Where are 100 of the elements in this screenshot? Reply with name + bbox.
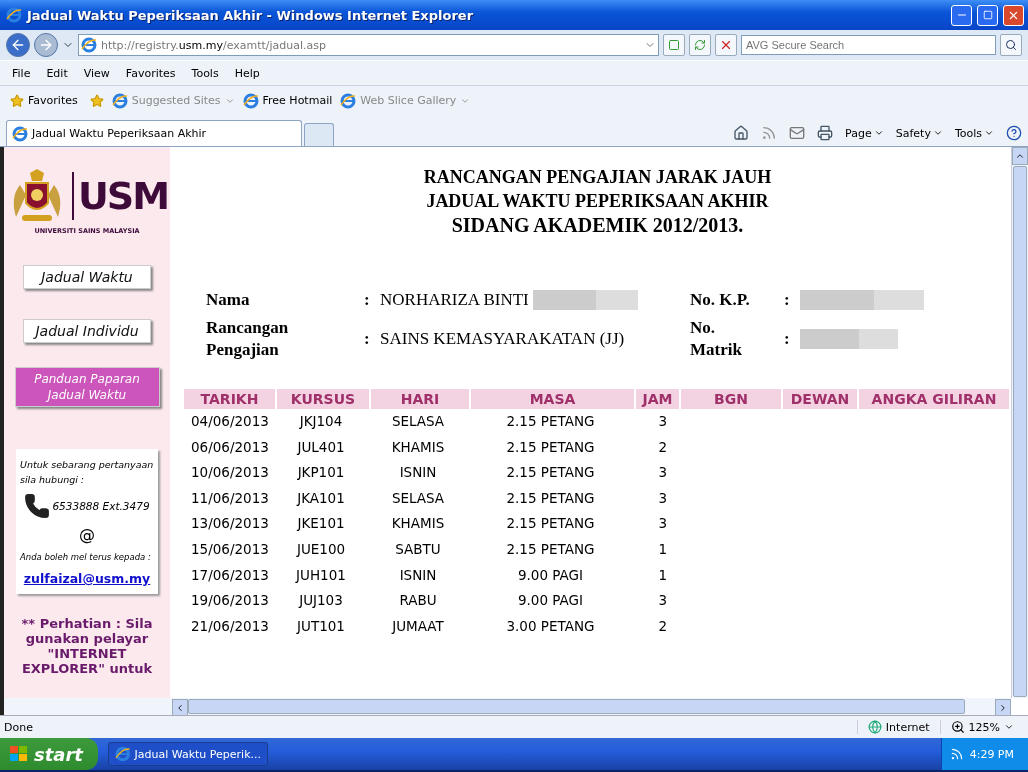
table-cell-text: 04/06/2013 xyxy=(190,412,270,431)
refresh-button[interactable] xyxy=(689,34,711,56)
table-cell-text: 2 xyxy=(657,437,668,457)
home-icon[interactable] xyxy=(733,125,750,141)
column-header: DEWAN xyxy=(783,389,857,409)
nav-button[interactable]: Jadual Individu xyxy=(23,319,151,343)
globe-icon xyxy=(81,37,97,53)
contact-text: Untuk sebarang pertanyaan sila hubungi : xyxy=(20,458,154,487)
status-text: Done xyxy=(4,720,34,734)
arrow-right-icon xyxy=(38,37,54,53)
field-label: No. K.P. xyxy=(690,289,751,311)
favorites-link[interactable]: Free Hotmail xyxy=(242,92,333,109)
globe-icon xyxy=(867,720,882,734)
table-cell-text: ISNIN xyxy=(398,565,438,585)
nav-button[interactable]: Panduan Paparan Jadual Waktu xyxy=(14,367,160,407)
command-menu[interactable]: Tools xyxy=(954,126,994,140)
add-favorite-icon[interactable] xyxy=(89,93,104,108)
column-header: TARIKH xyxy=(184,389,275,409)
mail-icon[interactable] xyxy=(789,125,806,141)
new-tab-button[interactable] xyxy=(304,123,334,146)
phone-icon xyxy=(24,493,51,519)
command-menu[interactable]: Safety xyxy=(895,126,943,140)
compatibility-button[interactable] xyxy=(663,34,685,56)
forward-button[interactable] xyxy=(34,33,58,57)
phone-number: 6533888 Ext.3479 xyxy=(52,500,150,512)
table-cell-text: ISNIN xyxy=(398,463,438,483)
table-cell-text: 9.00 PAGI xyxy=(516,591,585,611)
table-cell-text: 1 xyxy=(657,539,668,559)
tray-icon[interactable] xyxy=(949,747,964,761)
zone-indicator: Internet xyxy=(856,720,940,734)
refresh-icon xyxy=(694,39,706,51)
chevron-left-icon xyxy=(175,703,185,713)
table-cell-text: JKA101 xyxy=(295,488,346,508)
globe-icon xyxy=(340,92,357,109)
taskbar-button[interactable]: Jadual Waktu Peperik... xyxy=(108,742,268,766)
table-cell-text: 19/06/2013 xyxy=(190,591,270,611)
restore-icon xyxy=(982,10,993,20)
start-button[interactable]: start xyxy=(0,738,98,770)
nav-button[interactable]: Jadual Waktu xyxy=(23,265,151,289)
table-cell-text: 3 xyxy=(657,514,668,534)
table-cell-text: KHAMIS xyxy=(390,437,446,457)
menu-item[interactable]: Favorites xyxy=(117,66,184,80)
back-button[interactable] xyxy=(6,33,30,57)
table-cell-text: 10/06/2013 xyxy=(190,463,270,483)
search-button[interactable] xyxy=(1000,34,1022,56)
stop-button[interactable] xyxy=(715,34,737,56)
windows-flag-icon xyxy=(10,746,28,762)
table-cell-text: JUJ103 xyxy=(297,591,344,611)
chevron-right-icon xyxy=(998,703,1008,713)
scroll-up-button[interactable] xyxy=(1012,147,1028,165)
menu-item[interactable]: Tools xyxy=(183,66,227,80)
feed-icon[interactable] xyxy=(761,125,778,141)
scroll-thumb[interactable] xyxy=(188,699,965,714)
globe-icon xyxy=(12,125,28,142)
table-cell-text: JUE100 xyxy=(295,539,347,559)
table-cell-text: 3 xyxy=(657,463,668,483)
address-field[interactable]: http://registry.usm.my/examtt/jadual.asp xyxy=(78,34,659,56)
browser-tab[interactable]: Jadual Waktu Peperiksaan Akhir xyxy=(6,120,302,146)
print-icon[interactable] xyxy=(817,125,834,141)
command-menu[interactable]: Page xyxy=(845,126,884,140)
caret-icon xyxy=(1004,722,1014,732)
menu-item[interactable]: Edit xyxy=(38,66,76,80)
table-cell-text: 11/06/2013 xyxy=(190,488,270,508)
chevron-up-icon xyxy=(1015,151,1025,161)
table-cell-text: JKE101 xyxy=(295,514,346,534)
table-cell-text: 13/06/2013 xyxy=(190,514,270,534)
table-cell-text: 2 xyxy=(657,616,668,636)
window-title: Jadual Waktu Peperiksaan Akhir - Windows Internet Explorer xyxy=(27,7,475,23)
caret-icon xyxy=(984,128,994,138)
globe-icon xyxy=(115,746,131,762)
globe-icon xyxy=(6,7,22,23)
scroll-thumb[interactable] xyxy=(1013,166,1027,697)
table-cell-text: 9.00 PAGI xyxy=(516,565,585,585)
field-label: Rancangan Pengajian xyxy=(206,317,290,361)
search-field[interactable]: AVG Secure Search xyxy=(741,35,996,55)
minimize-button[interactable] xyxy=(951,4,972,26)
menu-item[interactable]: File xyxy=(4,66,39,80)
table-cell-text: 17/06/2013 xyxy=(190,565,270,585)
globe-icon xyxy=(111,92,128,109)
table-cell-text: 21/06/2013 xyxy=(190,616,270,636)
column-header: ANGKA GILIRAN xyxy=(859,389,1009,409)
field-label: Nama xyxy=(206,289,251,311)
restore-button[interactable] xyxy=(977,4,998,26)
menu-item[interactable]: Help xyxy=(226,66,268,80)
table-cell-text: 2.15 PETANG xyxy=(505,412,596,431)
close-button[interactable] xyxy=(1003,4,1024,26)
page-icon xyxy=(668,39,680,51)
zoom-control[interactable]: 125% xyxy=(939,720,1024,734)
table-cell-text: 2.15 PETANG xyxy=(505,514,596,534)
favorites-button[interactable]: Favorites xyxy=(6,93,82,108)
email-link[interactable]: zulfaizal@usm.my xyxy=(23,571,151,586)
help-icon[interactable] xyxy=(1006,125,1022,141)
table-cell-text: RABU xyxy=(398,591,438,611)
menu-item[interactable]: View xyxy=(75,66,118,80)
separator: : xyxy=(784,289,791,311)
column-header: HARI xyxy=(371,389,469,409)
field-value: NORHARIZA BINTI xyxy=(380,290,529,310)
field-label: No. Matrik xyxy=(690,317,743,361)
table-cell-text: 3 xyxy=(657,412,668,431)
table-cell-text: JUH101 xyxy=(294,565,347,585)
